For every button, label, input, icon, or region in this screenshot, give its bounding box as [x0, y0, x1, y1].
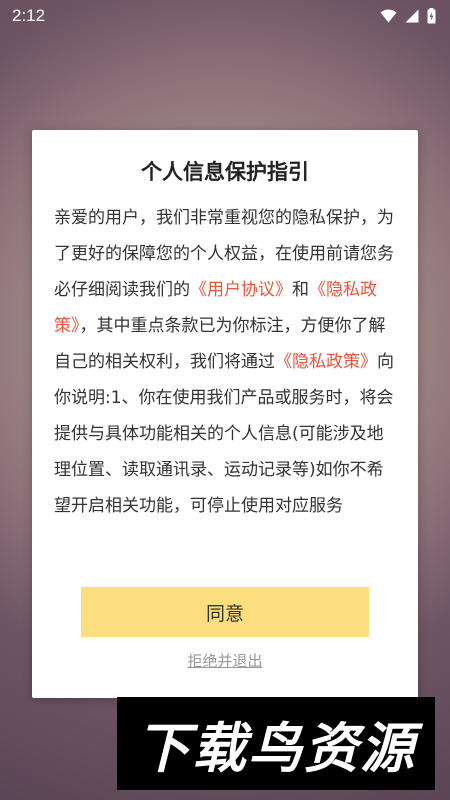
- dialog-title: 个人信息保护指引: [141, 160, 309, 184]
- agree-button[interactable]: 同意: [81, 587, 369, 637]
- status-time: 2:12: [12, 6, 46, 25]
- body-text: 向你说明:1、你在使用我们产品或服务时，将会提供与具体功能相关的个人信息(可能涉…: [54, 352, 394, 516]
- watermark-text: 下载鸟资源: [136, 717, 416, 780]
- battery-icon: [427, 8, 436, 24]
- dialog-body: 亲爱的用户，我们非常重视您的隐私保护，为了更好的保障您的个人权益，在使用前请您务…: [54, 200, 400, 560]
- body-text: 和: [292, 280, 309, 300]
- signal-icon: [405, 9, 419, 23]
- watermark-logo: 下载鸟资源: [117, 697, 435, 790]
- wifi-icon: [380, 9, 397, 23]
- privacy-policy-link-2[interactable]: 《隐私政策》: [275, 352, 377, 372]
- status-icons: [380, 8, 436, 24]
- privacy-dialog: 个人信息保护指引 亲爱的用户，我们非常重视您的隐私保护，为了更好的保障您的个人权…: [32, 130, 418, 698]
- user-agreement-link[interactable]: 《用户协议》: [190, 280, 292, 300]
- reject-exit-link[interactable]: 拒绝并退出: [32, 650, 418, 671]
- status-bar: 2:12: [0, 0, 450, 32]
